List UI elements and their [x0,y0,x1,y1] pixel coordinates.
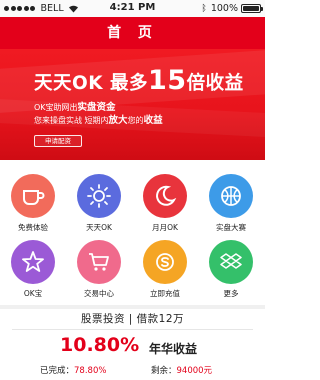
grid-label: 月月OK [152,223,178,232]
promo-banner[interactable]: 天天OK 最多15倍收益 OK宝助网出实盘资金 您来操盘实战 短期内放大您的收益… [0,49,265,160]
grid-item-ok-bao[interactable]: OK宝 [0,240,66,299]
status-right: ᛒ 100% [201,3,263,14]
grid-item-more[interactable]: 更多 [198,240,264,299]
annual-rate-value: 10.80% [60,334,140,356]
banner-subtitle-2: 您来操盘实战 短期内放大您的收益 [34,112,163,126]
remaining-label: 剩余： [151,366,177,376]
apply-funding-button[interactable]: 申请配资 [34,135,82,147]
banner-line2-middle: 您的 [127,116,144,125]
grid-item-trading-center[interactable]: 交易中心 [66,240,132,299]
grid-item-recharge[interactable]: 立即充值 [132,240,198,299]
page-title: 首 页 [0,17,265,49]
grid-item-monthly-ok[interactable]: 月月OK [132,174,198,233]
dropbox-icon [209,240,253,284]
grid-label: OK宝 [23,289,43,298]
battery-percent: 100% [210,3,238,14]
grid-label: 交易中心 [84,289,114,298]
basketball-icon [209,174,253,218]
shopping-cart-icon [77,240,121,284]
banner-line2-text: 您来操盘实战 短期内 [34,116,109,125]
skype-icon [143,240,187,284]
remaining-value: 94000元 [176,366,213,376]
remaining-stat: 剩余：94000元 [151,364,212,376]
grid-label: 天天OK [86,223,112,232]
bluetooth-icon: ᛒ [201,3,207,14]
investment-title[interactable]: 股票投资 | 借款12万 [0,311,265,326]
banner-title-prefix: 天天OK 最多 [34,73,149,94]
grid-label: 免费体验 [18,223,48,232]
grid-label: 立即充值 [150,289,180,298]
completed-stat: 已完成：78.80% [40,364,106,376]
completed-label: 已完成： [40,366,75,376]
grid-item-daily-ok[interactable]: 天天OK [66,174,132,233]
coffee-cup-icon [11,174,55,218]
banner-title-suffix: 倍收益 [186,73,244,94]
banner-line2-highlight-2: 收益 [143,115,163,126]
card-divider [12,329,253,330]
section-divider [0,305,265,309]
grid-label: 更多 [223,289,239,298]
banner-title-number: 15 [148,65,187,96]
grid-item-live-contest[interactable]: 实盘大赛 [198,174,264,233]
banner-line1-text: OK宝助网出 [34,103,78,112]
banner-line2-highlight: 放大 [108,115,128,126]
battery-icon [241,4,263,13]
grid-label: 实盘大赛 [216,223,246,232]
annual-rate-label: 年华收益 [149,342,198,356]
grid-item-free-trial[interactable]: 免费体验 [0,174,66,233]
banner-title: 天天OK 最多15倍收益 [34,65,244,96]
status-bar: BELL 4:21 PM ᛒ 100% [0,0,265,17]
banner-subtitle-1: OK宝助网出实盘资金 [34,99,116,113]
sun-icon [77,174,121,218]
star-icon [11,240,55,284]
crescent-moon-icon [143,174,187,218]
completed-value: 78.80% [74,366,107,376]
